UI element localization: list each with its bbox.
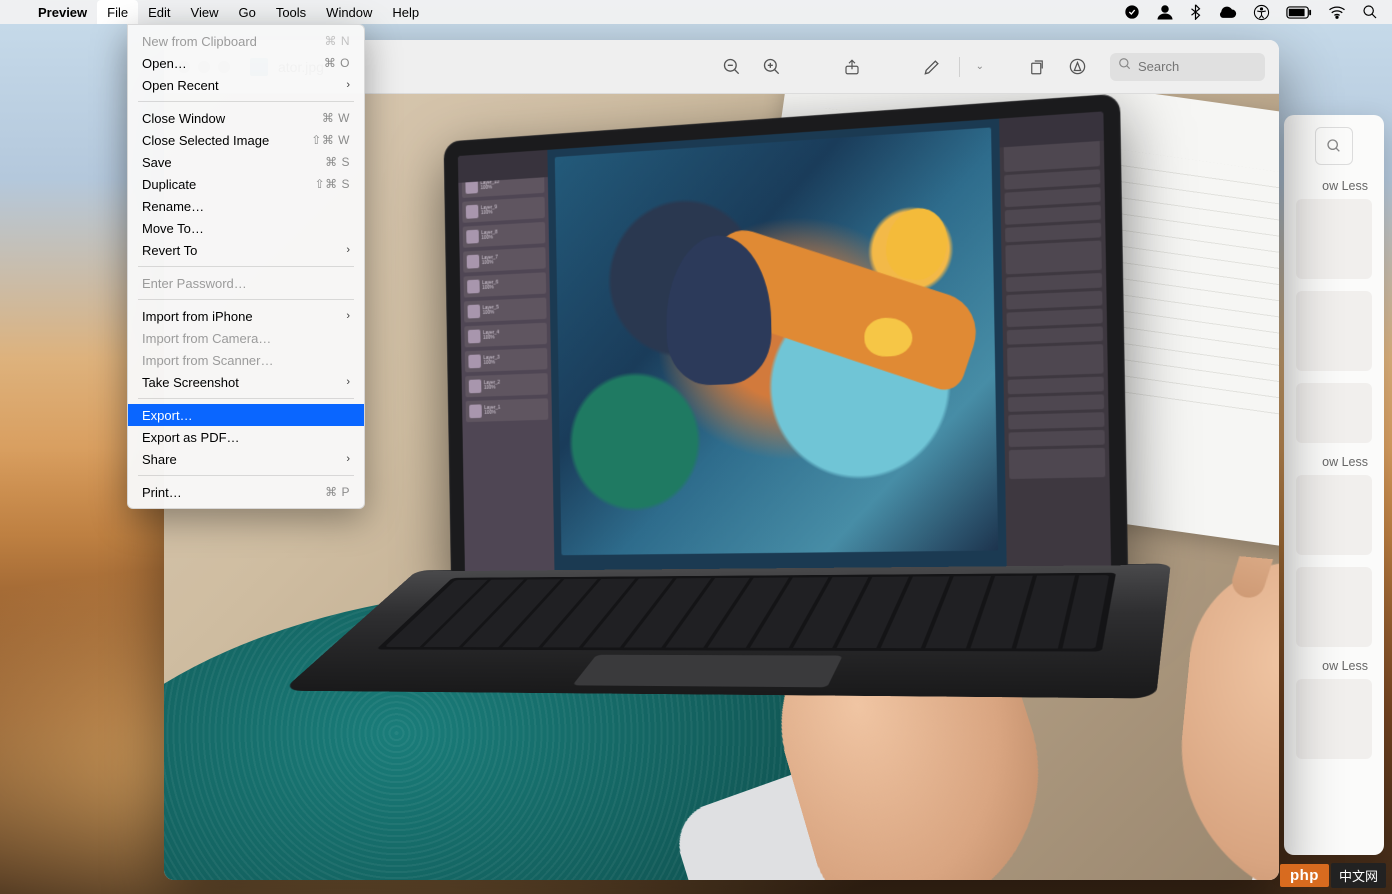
menu-item-open-recent[interactable]: Open Recent› bbox=[128, 74, 364, 96]
accessibility-icon[interactable] bbox=[1253, 4, 1270, 21]
zoom-out-button[interactable] bbox=[717, 52, 747, 82]
show-less-link[interactable]: ow Less bbox=[1300, 179, 1368, 193]
search-icon bbox=[1118, 57, 1132, 76]
menu-item-close-selected-image[interactable]: Close Selected Image⇧⌘ W bbox=[128, 129, 364, 151]
zoom-in-button[interactable] bbox=[757, 52, 787, 82]
user-icon[interactable] bbox=[1156, 4, 1174, 20]
menu-item-import-from-camera: Import from Camera… bbox=[128, 327, 364, 349]
menu-item-import-from-scanner: Import from Scanner… bbox=[128, 349, 364, 371]
menu-item-revert-to[interactable]: Revert To› bbox=[128, 239, 364, 261]
chevron-right-icon: › bbox=[346, 453, 350, 465]
wifi-icon[interactable] bbox=[1328, 5, 1346, 19]
chevron-down-icon[interactable]: ⌄ bbox=[972, 61, 988, 72]
menu-go[interactable]: Go bbox=[228, 0, 265, 24]
battery-icon[interactable] bbox=[1286, 6, 1312, 19]
menu-window[interactable]: Window bbox=[316, 0, 382, 24]
info-button[interactable] bbox=[1062, 52, 1092, 82]
menu-item-print[interactable]: Print…⌘ P bbox=[128, 481, 364, 503]
menu-edit[interactable]: Edit bbox=[138, 0, 180, 24]
menu-item-enter-password: Enter Password… bbox=[128, 272, 364, 294]
chevron-right-icon: › bbox=[346, 244, 350, 256]
app-menu[interactable]: Preview bbox=[28, 5, 97, 20]
menu-item-duplicate[interactable]: Duplicate⇧⌘ S bbox=[128, 173, 364, 195]
search-input[interactable] bbox=[1138, 59, 1257, 74]
background-window: ow Less ow Less ow Less bbox=[1284, 115, 1384, 855]
chevron-right-icon: › bbox=[346, 310, 350, 322]
toolbar-search[interactable] bbox=[1110, 53, 1265, 81]
menu-item-share[interactable]: Share› bbox=[128, 448, 364, 470]
menu-item-move-to[interactable]: Move To… bbox=[128, 217, 364, 239]
menu-file[interactable]: File bbox=[97, 0, 138, 24]
menu-item-take-screenshot[interactable]: Take Screenshot› bbox=[128, 371, 364, 393]
menu-item-new-from-clipboard: New from Clipboard⌘ N bbox=[128, 30, 364, 52]
menu-help[interactable]: Help bbox=[382, 0, 429, 24]
spotlight-icon[interactable] bbox=[1362, 4, 1378, 20]
menu-item-rename[interactable]: Rename… bbox=[128, 195, 364, 217]
cloud-icon[interactable] bbox=[1217, 5, 1237, 19]
status-check-icon[interactable] bbox=[1124, 4, 1140, 20]
menu-item-open[interactable]: Open…⌘ O bbox=[128, 52, 364, 74]
show-less-link[interactable]: ow Less bbox=[1300, 659, 1368, 673]
menu-tools[interactable]: Tools bbox=[266, 0, 316, 24]
menu-view[interactable]: View bbox=[181, 0, 229, 24]
menu-item-save[interactable]: Save⌘ S bbox=[128, 151, 364, 173]
menu-item-export[interactable]: Export… bbox=[128, 404, 364, 426]
chevron-right-icon: › bbox=[346, 79, 350, 91]
file-menu-dropdown[interactable]: New from Clipboard⌘ NOpen…⌘ OOpen Recent… bbox=[127, 24, 365, 509]
menu-item-import-from-iphone[interactable]: Import from iPhone› bbox=[128, 305, 364, 327]
search-icon[interactable] bbox=[1315, 127, 1353, 165]
share-button[interactable] bbox=[837, 52, 867, 82]
menu-item-close-window[interactable]: Close Window⌘ W bbox=[128, 107, 364, 129]
menu-item-export-as-pdf[interactable]: Export as PDF… bbox=[128, 426, 364, 448]
watermark: php 中文网 bbox=[1280, 863, 1386, 888]
rotate-button[interactable] bbox=[1022, 52, 1052, 82]
markup-button[interactable] bbox=[917, 52, 947, 82]
show-less-link[interactable]: ow Less bbox=[1300, 455, 1368, 469]
chevron-right-icon: › bbox=[346, 376, 350, 388]
bluetooth-icon[interactable] bbox=[1190, 4, 1201, 20]
menu-bar[interactable]: Preview FileEditViewGoToolsWindowHelp bbox=[0, 0, 1392, 24]
